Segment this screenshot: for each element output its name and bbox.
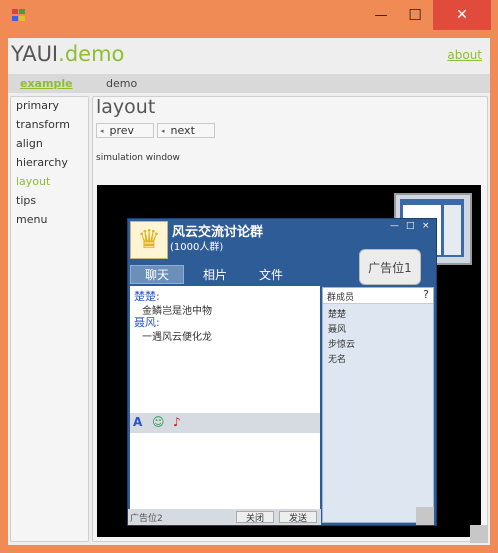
app-window: — ☐ ✕ YAUI.demo about example demo prima… bbox=[0, 0, 498, 553]
member-item[interactable]: 聂风 bbox=[328, 322, 346, 335]
member-list-header: 群成员 ? bbox=[323, 288, 433, 304]
main-panel: layout ◂ prev ◂ next simulation window ♛… bbox=[92, 96, 488, 542]
menu-item-example[interactable]: example bbox=[20, 77, 73, 90]
simulation-label: simulation window bbox=[96, 153, 180, 163]
next-arrow-icon: ◂ bbox=[161, 126, 165, 135]
member-list-title: 群成员 bbox=[327, 293, 355, 303]
next-label: next bbox=[170, 124, 195, 137]
font-icon[interactable]: A bbox=[133, 415, 142, 429]
tab-chat[interactable]: 聊天 bbox=[130, 265, 184, 284]
close-button[interactable]: ✕ bbox=[433, 0, 491, 30]
prev-button[interactable]: ◂ prev bbox=[96, 123, 154, 138]
minimize-icon: — bbox=[374, 7, 388, 23]
sidebar-item-align[interactable]: align bbox=[16, 137, 43, 150]
ad-slot-1[interactable]: 广告位1 bbox=[359, 249, 421, 285]
tab-files[interactable]: 文件 bbox=[244, 265, 298, 284]
menu-item-demo[interactable]: demo bbox=[106, 77, 137, 90]
brand-suffix: .demo bbox=[58, 42, 125, 66]
sidebar-item-hierarchy[interactable]: hierarchy bbox=[16, 156, 68, 169]
brand-title: YAUI.demo bbox=[11, 42, 124, 66]
emoji-icon[interactable]: ☺ bbox=[152, 415, 165, 429]
send-button[interactable]: 发送 bbox=[279, 511, 317, 524]
sidebar-item-transform[interactable]: transform bbox=[16, 118, 70, 131]
member-list: 群成员 ? 楚楚 聂风 步惊云 无名 bbox=[322, 287, 434, 523]
title-bar[interactable]: — ☐ ✕ bbox=[0, 0, 498, 30]
message-text: 一遇风云便化龙 bbox=[142, 332, 212, 343]
sidebar-item-menu[interactable]: menu bbox=[16, 213, 47, 226]
prev-arrow-icon: ◂ bbox=[100, 126, 104, 135]
crown-icon: ♛ bbox=[130, 221, 168, 259]
chat-toolbar: A ☺ ♪ bbox=[130, 413, 320, 433]
chat-maximize-icon[interactable]: □ bbox=[406, 221, 415, 231]
resize-handle[interactable] bbox=[416, 507, 434, 525]
chat-window: ♛ 风云交流讨论群 (1000人群) — □ × 聊天 相片 文件 广告位1 楚… bbox=[127, 218, 437, 526]
client-area: YAUI.demo about example demo primary tra… bbox=[8, 38, 490, 545]
tab-photos[interactable]: 相片 bbox=[188, 265, 242, 284]
app-icon bbox=[12, 9, 28, 23]
brand-prefix: YAUI bbox=[11, 42, 59, 66]
member-item[interactable]: 无名 bbox=[328, 352, 346, 365]
menu-bar: example demo bbox=[8, 74, 490, 93]
ad-slot-2[interactable]: 广告位2 bbox=[130, 511, 163, 524]
chat-bottom-bar: 广告位2 关闭 发送 bbox=[128, 509, 321, 525]
chat-close-button[interactable]: 关闭 bbox=[236, 511, 274, 524]
page-title: layout bbox=[96, 96, 156, 118]
sidebar-item-layout[interactable]: layout bbox=[16, 175, 50, 188]
sidebar-item-tips[interactable]: tips bbox=[16, 194, 36, 207]
prev-label: prev bbox=[109, 124, 135, 137]
member-item[interactable]: 楚楚 bbox=[328, 307, 346, 320]
about-link[interactable]: about bbox=[447, 48, 482, 62]
music-icon[interactable]: ♪ bbox=[173, 415, 181, 429]
chat-minimize-icon[interactable]: — bbox=[390, 221, 399, 231]
maximize-button[interactable]: ☐ bbox=[400, 0, 430, 30]
chat-close-icon[interactable]: × bbox=[422, 221, 430, 231]
minimize-button[interactable]: — bbox=[366, 0, 396, 30]
sidebar: primary transform align hierarchy layout… bbox=[10, 96, 89, 542]
message-input[interactable] bbox=[130, 433, 320, 509]
window-resize-grip[interactable] bbox=[470, 525, 488, 543]
sidebar-item-primary[interactable]: primary bbox=[16, 99, 59, 112]
next-button[interactable]: ◂ next bbox=[157, 123, 215, 138]
simulation-window: ♛ 风云交流讨论群 (1000人群) — □ × 聊天 相片 文件 广告位1 楚… bbox=[97, 185, 481, 537]
maximize-icon: ☐ bbox=[408, 6, 422, 24]
chat-subtitle: (1000人群) bbox=[170, 242, 224, 253]
member-item[interactable]: 步惊云 bbox=[328, 337, 355, 350]
help-icon[interactable]: ? bbox=[423, 288, 429, 301]
close-icon: ✕ bbox=[456, 7, 468, 23]
chat-history: 楚楚: 金鳞岂是池中物 聂风: 一遇风云便化龙 bbox=[130, 286, 320, 413]
